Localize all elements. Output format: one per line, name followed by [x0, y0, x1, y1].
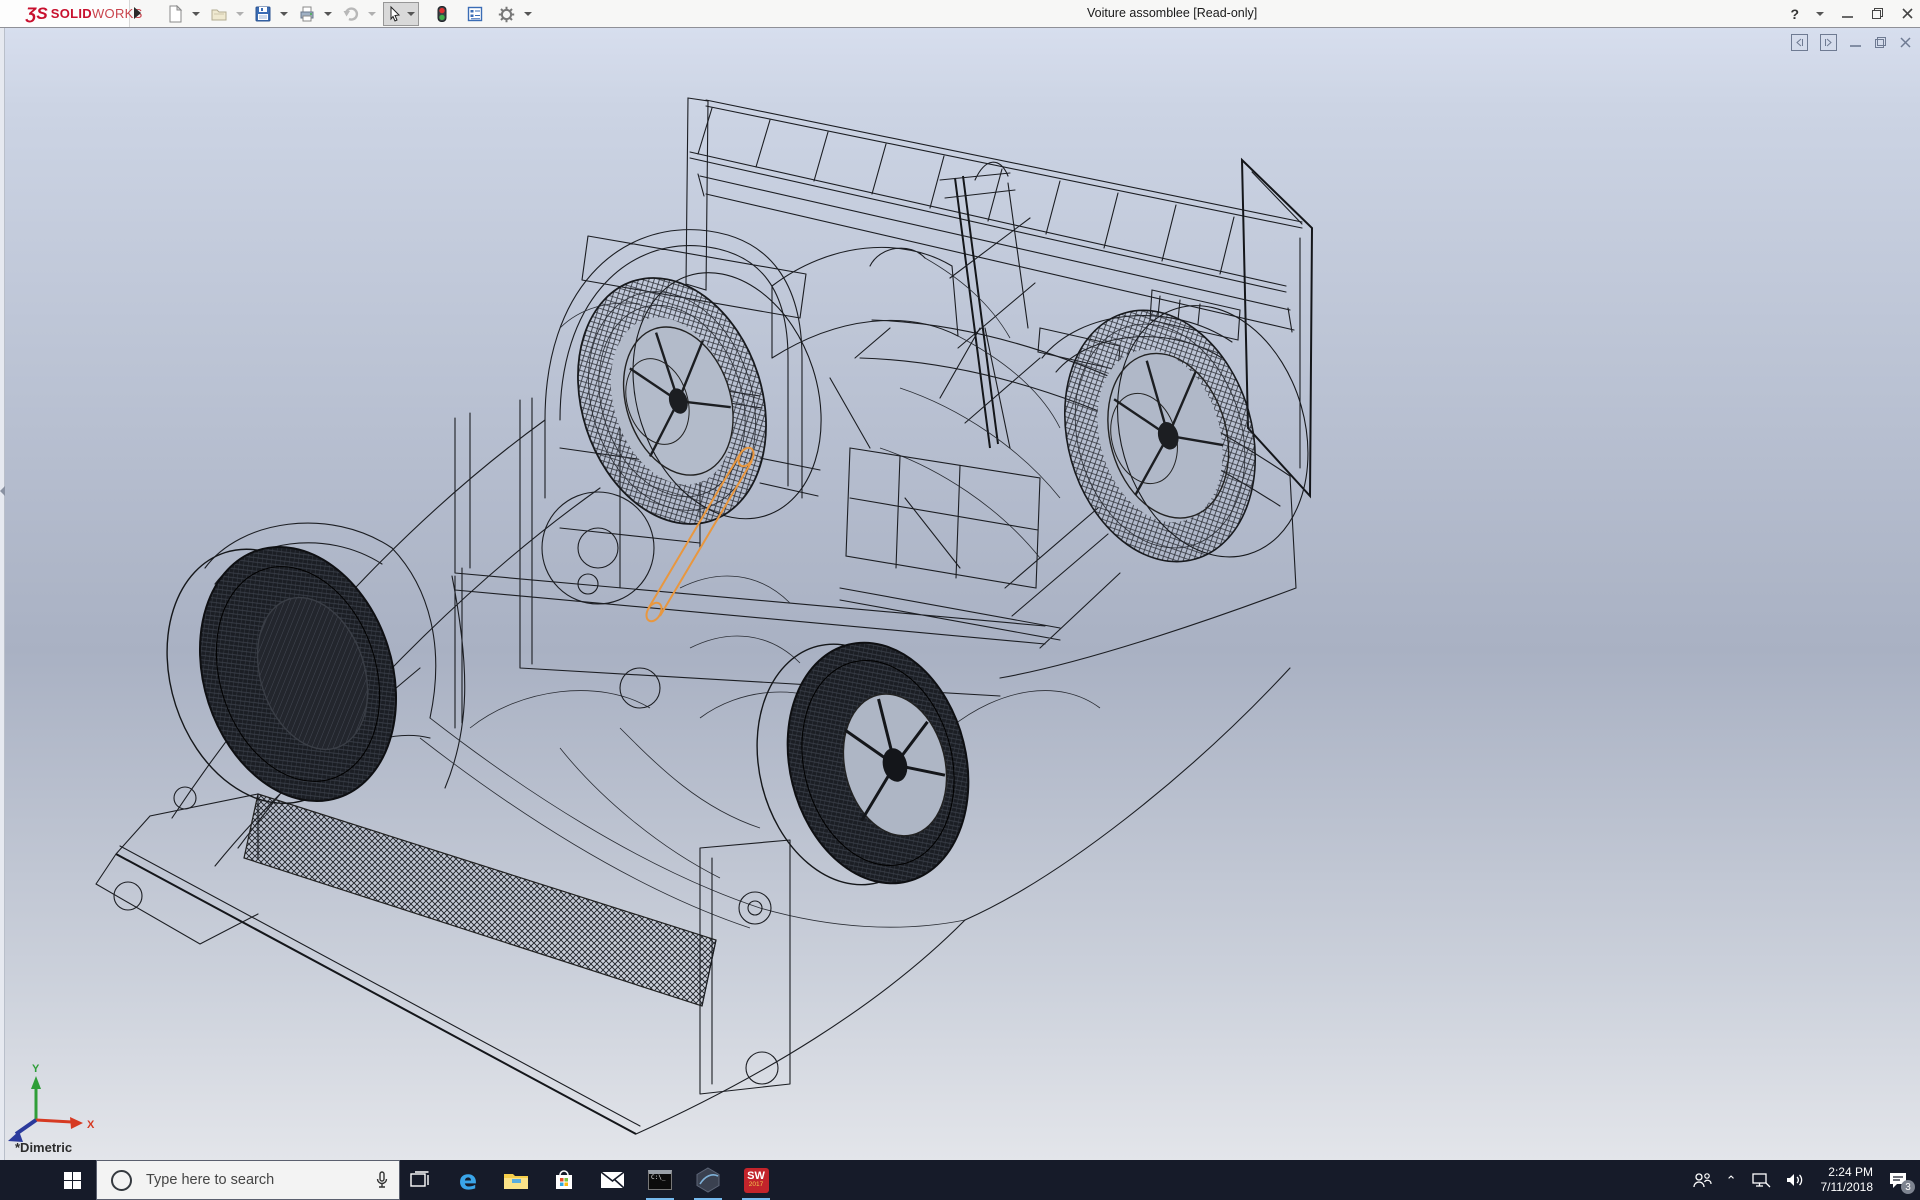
clock-date: 7/11/2018	[1821, 1180, 1874, 1195]
store-icon	[552, 1168, 576, 1192]
search-input[interactable]	[144, 1171, 375, 1189]
quick-access-toolbar	[163, 2, 539, 26]
minimize-icon[interactable]	[1841, 7, 1854, 20]
new-document-icon	[166, 5, 184, 23]
help-dropdown[interactable]	[1816, 12, 1824, 16]
taskbar: e C:\_	[0, 1160, 1920, 1200]
solidworks-logo: ƷSSOLIDWORKS	[0, 0, 130, 27]
mail-icon	[600, 1171, 625, 1189]
undo-dropdown[interactable]	[368, 12, 376, 16]
document-window-controls	[1791, 34, 1912, 51]
task-pane-button[interactable]	[463, 2, 487, 26]
feature-manager-collapsed-strip[interactable]	[0, 28, 5, 1160]
doc-restore-icon[interactable]	[1874, 36, 1887, 49]
save-icon	[254, 5, 272, 23]
taskbar-solidworks[interactable]: SW 2017	[734, 1160, 778, 1200]
task-view-icon	[409, 1171, 431, 1189]
open-icon	[210, 5, 228, 23]
triad-x-label: X	[87, 1119, 95, 1131]
start-button[interactable]	[48, 1160, 96, 1200]
taskbar-store[interactable]	[542, 1160, 586, 1200]
chevron-up-icon[interactable]: ⌃	[1726, 1173, 1737, 1189]
view-orientation-label: *Dimetric	[15, 1140, 72, 1155]
microphone-icon[interactable]	[375, 1171, 389, 1189]
save-dropdown[interactable]	[280, 12, 288, 16]
close-icon[interactable]	[1901, 7, 1914, 20]
options-dropdown[interactable]	[524, 12, 532, 16]
next-view-icon[interactable]	[1820, 34, 1837, 51]
volume-icon[interactable]	[1785, 1172, 1805, 1188]
new-dropdown[interactable]	[192, 12, 200, 16]
expand-panel-arrow-icon[interactable]	[0, 486, 5, 496]
window-controls: ?	[1790, 0, 1914, 27]
undo-button[interactable]	[339, 2, 363, 26]
rebuild-button[interactable]	[430, 2, 454, 26]
doc-minimize-icon[interactable]	[1849, 36, 1862, 49]
solidworks-2017-icon: SW 2017	[744, 1168, 769, 1193]
rebuild-traffic-light-icon	[433, 5, 451, 23]
screen: ƷSSOLIDWORKS	[0, 0, 1920, 1200]
wireframe-car-drawing: Y X Z	[0, 28, 1920, 1160]
taskbar-mail[interactable]	[590, 1160, 634, 1200]
open-dropdown[interactable]	[236, 12, 244, 16]
taskbar-file-explorer[interactable]	[494, 1160, 538, 1200]
task-view-button[interactable]	[398, 1160, 442, 1200]
cortana-icon	[111, 1170, 132, 1191]
command-prompt-icon: C:\_	[648, 1170, 672, 1190]
system-tray: ⌃ 2:24 PM 7/11/2018 3	[1685, 1160, 1920, 1200]
save-button[interactable]	[251, 2, 275, 26]
new-document-button[interactable]	[163, 2, 187, 26]
task-pane-icon	[466, 5, 484, 23]
network-icon[interactable]	[1751, 1172, 1771, 1188]
print-icon	[298, 5, 316, 23]
select-tool-button[interactable]	[383, 2, 419, 26]
open-button[interactable]	[207, 2, 231, 26]
taskbar-edge[interactable]: e	[446, 1160, 490, 1200]
mixed-reality-portal-icon	[695, 1167, 721, 1193]
taskbar-mixed-reality-portal[interactable]	[686, 1160, 730, 1200]
logo-ds-mark: ƷS	[26, 4, 48, 24]
people-icon[interactable]	[1692, 1172, 1712, 1188]
select-cursor-icon	[386, 5, 404, 23]
edge-icon: e	[459, 1167, 477, 1194]
document-title: Voiture assomblee [Read-only]	[1087, 6, 1257, 20]
windows-logo-icon	[64, 1172, 81, 1189]
undo-icon	[342, 5, 360, 23]
file-explorer-icon	[503, 1170, 529, 1191]
print-dropdown[interactable]	[324, 12, 332, 16]
action-center-button[interactable]: 3	[1888, 1171, 1908, 1189]
triad-y-label: Y	[32, 1063, 40, 1075]
restore-icon[interactable]	[1871, 7, 1884, 20]
previous-view-icon[interactable]	[1791, 34, 1808, 51]
titlebar: ƷSSOLIDWORKS	[0, 0, 1920, 28]
options-gear-icon	[497, 5, 516, 24]
help-button[interactable]: ?	[1790, 6, 1799, 22]
notification-badge: 3	[1901, 1180, 1915, 1194]
options-button[interactable]	[494, 2, 519, 27]
taskbar-command-prompt[interactable]: C:\_	[638, 1160, 682, 1200]
menu-flyout-arrow-icon[interactable]	[134, 7, 141, 19]
viewport-3d[interactable]: Y X Z *Dimetric	[0, 28, 1920, 1160]
taskbar-clock[interactable]: 2:24 PM 7/11/2018	[1821, 1165, 1874, 1195]
taskbar-search[interactable]	[96, 1160, 400, 1200]
select-dropdown[interactable]	[407, 12, 415, 16]
print-button[interactable]	[295, 2, 319, 26]
doc-close-icon[interactable]	[1899, 36, 1912, 49]
clock-time: 2:24 PM	[1821, 1165, 1874, 1180]
